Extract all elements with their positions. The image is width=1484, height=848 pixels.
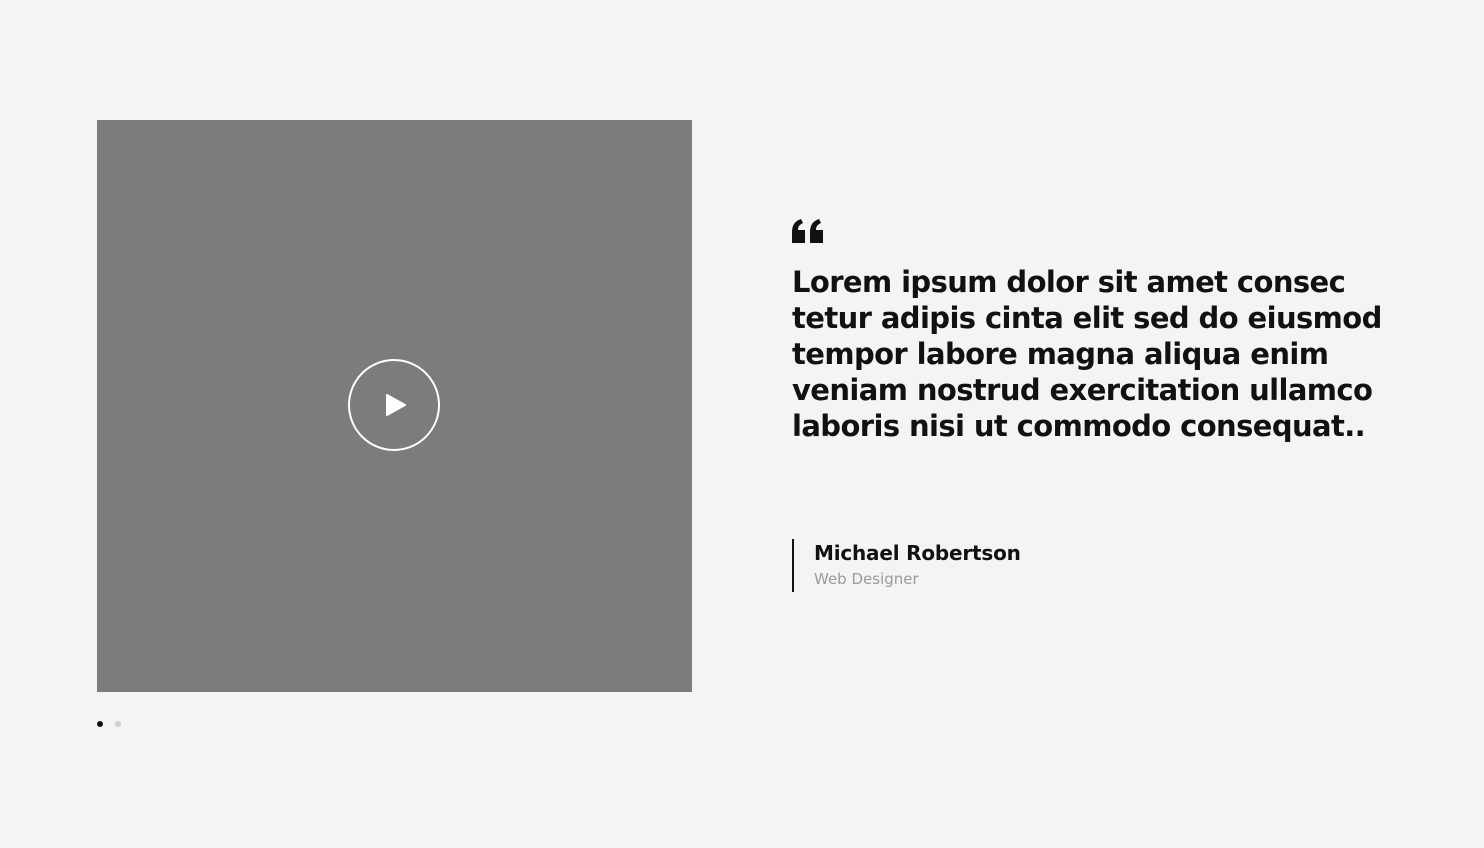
testimonial-quote: Lorem ipsum dolor sit amet consec tetur …	[792, 265, 1382, 443]
quote-icon	[792, 219, 823, 243]
play-icon	[386, 394, 406, 416]
author-name: Michael Robertson	[814, 541, 1021, 565]
carousel-pagination	[97, 721, 121, 727]
author-block: Michael Robertson Web Designer	[792, 539, 1021, 592]
testimonial-section: Lorem ipsum dolor sit amet consec tetur …	[0, 0, 1484, 848]
pagination-dot-2[interactable]	[115, 721, 121, 727]
pagination-dot-1[interactable]	[97, 721, 103, 727]
video-thumbnail[interactable]	[97, 120, 692, 692]
author-role: Web Designer	[814, 570, 919, 588]
play-button[interactable]	[348, 359, 440, 451]
